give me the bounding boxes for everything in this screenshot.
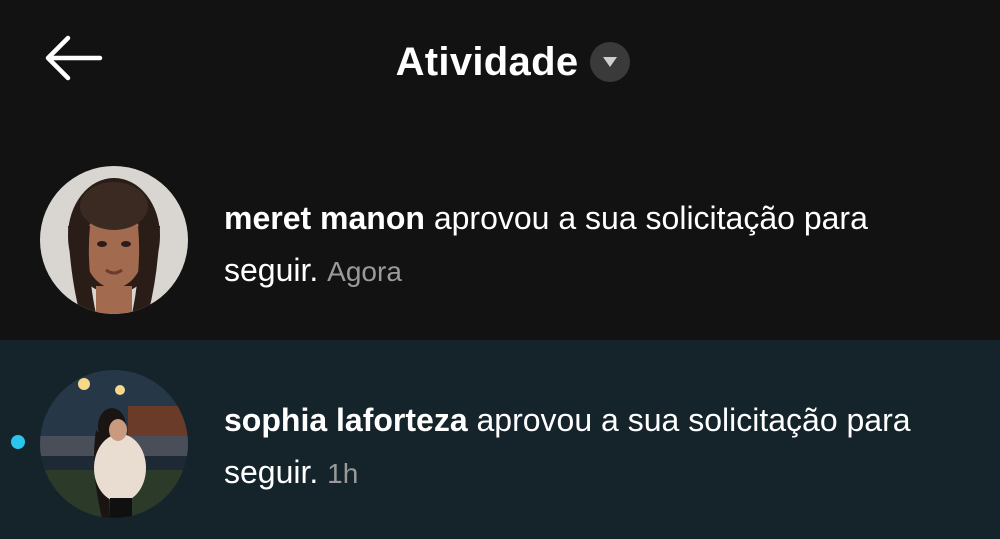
notification-timestamp: Agora bbox=[327, 256, 402, 287]
notification-text: meret manon aprovou a sua solicitação pa… bbox=[224, 192, 944, 298]
unread-indicator bbox=[11, 435, 25, 449]
notification-item[interactable]: sophia laforteza aprovou a sua solicitaç… bbox=[0, 340, 1000, 539]
avatar[interactable] bbox=[40, 370, 188, 518]
page-title: Atividade bbox=[395, 40, 579, 84]
notification-text: sophia laforteza aprovou a sua solicitaç… bbox=[224, 394, 944, 500]
notification-item[interactable]: meret manon aprovou a sua solicitação pa… bbox=[0, 150, 1000, 340]
activity-filter-dropdown[interactable] bbox=[590, 42, 631, 82]
notification-username[interactable]: meret manon bbox=[224, 200, 425, 236]
notification-username[interactable]: sophia laforteza bbox=[224, 402, 468, 438]
caret-down-icon bbox=[603, 57, 618, 67]
avatar[interactable] bbox=[40, 166, 188, 314]
notification-timestamp: 1h bbox=[327, 458, 359, 489]
header: Atividade bbox=[0, 0, 1000, 125]
